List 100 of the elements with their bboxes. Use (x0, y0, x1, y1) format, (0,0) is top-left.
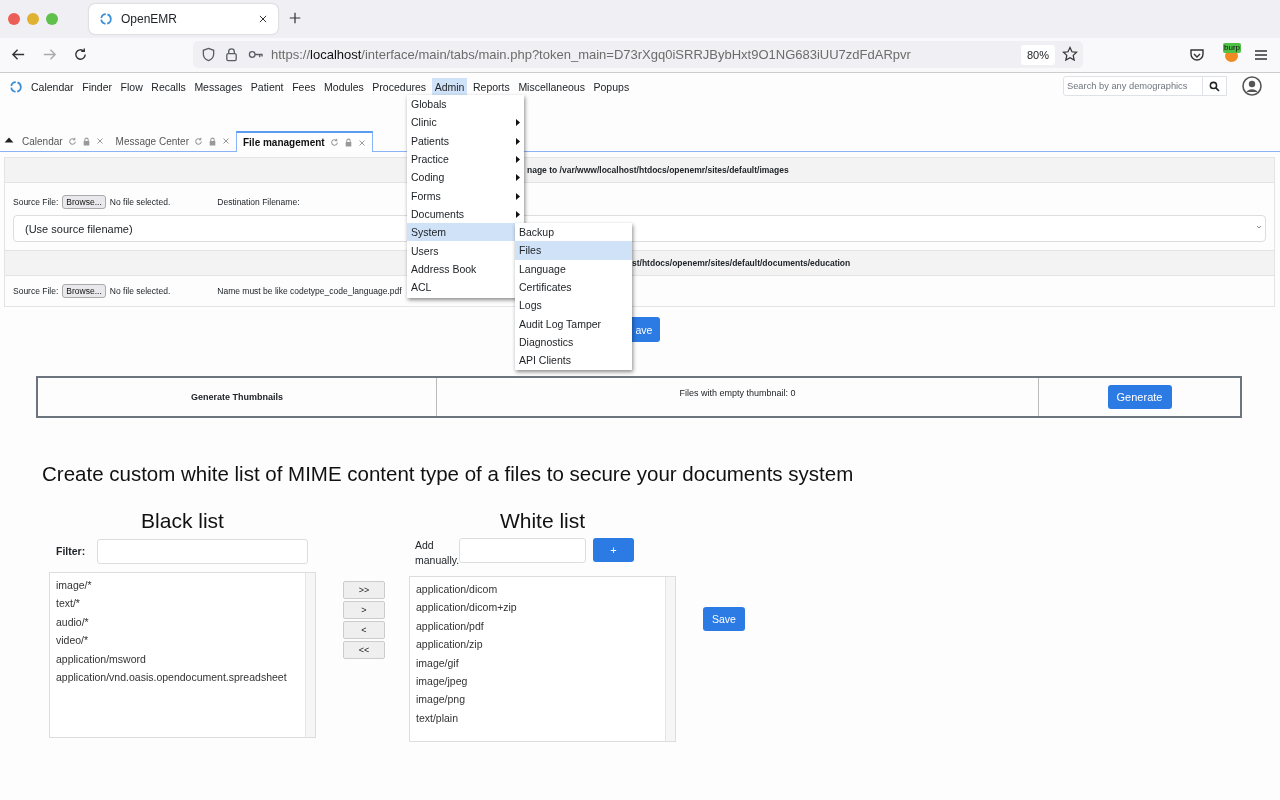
menu-item[interactable]: Language (515, 259, 632, 278)
nav-menu-item[interactable]: Popups (590, 78, 633, 96)
menu-item[interactable]: Logs (515, 296, 632, 315)
list-option[interactable]: image/jpeg (416, 674, 468, 687)
refresh-icon[interactable] (329, 138, 339, 147)
section-heading: Create custom white list of MIME content type of a files to secure your documents system (42, 462, 855, 486)
list-option[interactable]: application/pdf (416, 619, 484, 632)
star-icon[interactable] (1062, 46, 1078, 62)
refresh-icon[interactable] (67, 136, 77, 146)
list-option[interactable]: application/msword (56, 652, 146, 665)
list-option[interactable]: image/* (56, 579, 92, 591)
list-option[interactable]: application/vnd.oasis.opendocument.spreadsheet (56, 670, 287, 683)
app-logo-icon[interactable] (99, 12, 113, 26)
search-field[interactable]: Search by any demographics (1063, 76, 1203, 96)
add-field[interactable] (459, 537, 586, 563)
nav-menu-item[interactable]: Fees (289, 78, 319, 96)
forward-arrow-icon[interactable] (42, 47, 57, 62)
minimize-window-button[interactable] (27, 13, 39, 25)
menu-item[interactable]: Address Book (407, 259, 515, 278)
nav-menu-item[interactable]: Admin (431, 78, 468, 96)
list-title: White list (499, 509, 586, 532)
browse-button[interactable]: Browse... (62, 195, 106, 209)
page-tab[interactable]: Message Center (109, 134, 236, 151)
list-option[interactable]: application/dicom (416, 583, 498, 595)
menu-item[interactable]: Audit Log Tamper (515, 314, 632, 333)
move-button[interactable]: < (343, 621, 385, 639)
list-box[interactable]: application/dicom application/dicom+zip application/pdf application/zip image/gif image/jpeg image/png text/plain (409, 576, 676, 742)
row-label: Generate Thumbnails (191, 392, 283, 402)
reload-icon[interactable] (73, 47, 88, 62)
filter-field[interactable] (97, 538, 309, 564)
lock-icon[interactable] (207, 136, 217, 146)
nav-menu-item[interactable]: Flow (117, 78, 146, 96)
nav-menu-item[interactable]: Calendar (28, 78, 77, 96)
nav-menu-item[interactable]: Patient (247, 78, 287, 96)
zoom-window-button[interactable] (46, 13, 58, 25)
nav-menu-item[interactable]: Messages (191, 78, 246, 96)
menu-item[interactable]: Backup (515, 223, 632, 242)
nav-menu-item[interactable]: Recalls (148, 78, 189, 96)
user-avatar-icon[interactable] (1242, 76, 1262, 96)
menu-item[interactable]: Files (515, 241, 632, 260)
pocket-icon[interactable] (1189, 47, 1205, 63)
close-window-button[interactable] (8, 13, 20, 25)
save-button[interactable]: ave (632, 317, 660, 342)
search-button[interactable] (1202, 76, 1227, 96)
list-option[interactable]: text/plain (416, 711, 459, 724)
field-label: Source File: (13, 197, 59, 207)
menu-item[interactable]: Globals (407, 95, 515, 114)
back-arrow-icon[interactable] (11, 47, 26, 62)
page-tab[interactable]: Calendar (16, 134, 110, 151)
menu-item[interactable]: API Clients (515, 351, 632, 370)
add-button[interactable]: + (593, 538, 634, 562)
browse-button[interactable]: Browse... (62, 284, 106, 298)
menu-item[interactable]: ACL (407, 277, 515, 297)
refresh-icon[interactable] (193, 136, 203, 146)
list-option[interactable]: image/gif (416, 656, 459, 669)
list-option[interactable]: image/png (416, 693, 466, 706)
nav-menu-item[interactable]: Miscellaneous (515, 78, 588, 96)
menu-item[interactable]: Clinic (407, 113, 515, 132)
generate-button[interactable]: Generate (1107, 385, 1172, 409)
lock-icon[interactable] (224, 47, 239, 62)
menu-item[interactable]: System (407, 223, 515, 242)
move-button[interactable]: > (343, 601, 385, 619)
menu-item[interactable]: Practice (407, 149, 515, 169)
menu-item[interactable]: Coding (407, 168, 515, 187)
list-option[interactable]: video/* (56, 634, 89, 647)
move-button[interactable]: << (343, 641, 385, 659)
move-button[interactable]: >> (343, 581, 385, 599)
menu-item[interactable]: Forms (407, 186, 515, 205)
close-icon[interactable] (258, 14, 268, 24)
nav-menu-item[interactable]: Finder (79, 78, 115, 96)
menu-item[interactable]: Diagnostics (515, 332, 632, 352)
list-option[interactable]: application/zip (416, 638, 483, 651)
lock-icon[interactable] (343, 138, 353, 147)
nav-menu-item[interactable]: Procedures (369, 78, 430, 96)
scrollbar[interactable] (305, 573, 315, 737)
nav-menu-item[interactable]: Modules (321, 78, 367, 96)
hint-text: Name must be like codetype_code_language.pdf (217, 286, 402, 296)
shield-icon[interactable] (201, 47, 216, 62)
save-button[interactable]: Save (703, 607, 745, 631)
list-box[interactable]: image/* text/* audio/* video/* application/msword application/vnd.oasis.opendocument.spreadsheet (49, 572, 316, 738)
section-header: nage to /var/www/localhost/htdocs/openemr/sites/default/images (527, 165, 789, 175)
collapse-icon[interactable] (4, 135, 14, 145)
field-label: Destination Filename: (217, 197, 300, 207)
menu-item[interactable]: Certificates (515, 277, 632, 297)
menu-item[interactable]: Patients (407, 131, 515, 150)
browser-tab[interactable]: OpenEMR (89, 4, 278, 34)
menu-icon[interactable] (1253, 47, 1269, 63)
new-tab-icon[interactable] (288, 11, 302, 25)
list-option[interactable]: text/* (56, 597, 80, 610)
lock-icon[interactable] (81, 136, 91, 146)
nav-menu-item[interactable]: Reports (470, 78, 513, 96)
zoom-level[interactable]: 80% (1021, 45, 1056, 65)
app-logo-icon[interactable] (9, 80, 23, 94)
page-tab[interactable]: File management (235, 131, 373, 152)
menu-item[interactable]: Users (407, 241, 515, 260)
list-option[interactable]: audio/* (56, 615, 89, 628)
list-title: Black list (141, 509, 224, 532)
url-text[interactable]: https://localhost/interface/main/tabs/main.php?token_main=D73rXgq0iSRRJBybHxt9O1NG683iUU7zdFdARpvr (271, 47, 911, 62)
scrollbar[interactable] (665, 577, 675, 741)
list-option[interactable]: application/dicom+zip (416, 601, 517, 614)
